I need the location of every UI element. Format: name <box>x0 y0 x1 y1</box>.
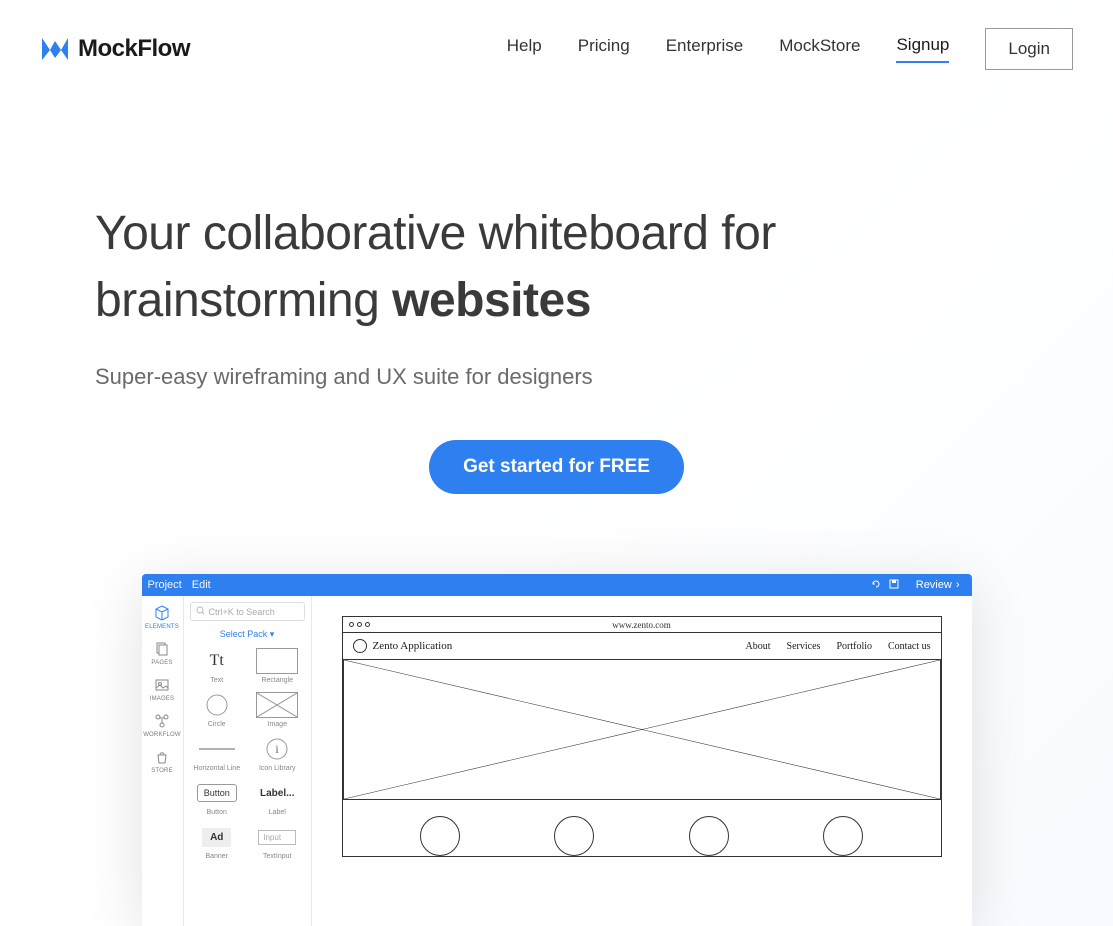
cta-wrap: Get started for FREE <box>95 440 1018 494</box>
hero-section: Your collaborative whiteboard for brains… <box>0 70 1113 494</box>
browser-url: www.zento.com <box>612 620 670 630</box>
rail-store[interactable]: STORE <box>151 748 173 774</box>
pages-icon <box>153 640 171 658</box>
app-body: ELEMENTS PAGES IMAGES WORKFLOW STORE <box>142 596 972 926</box>
element-textinput[interactable]: InputTextInput <box>250 822 305 862</box>
wireframe-app-title: Zento Application <box>373 640 453 652</box>
left-rail: ELEMENTS PAGES IMAGES WORKFLOW STORE <box>142 596 184 926</box>
nav-mockstore[interactable]: MockStore <box>779 36 860 62</box>
logo[interactable]: MockFlow <box>40 35 190 63</box>
cube-icon <box>153 604 171 622</box>
logo-text: MockFlow <box>78 35 190 63</box>
hero-title: Your collaborative whiteboard for brains… <box>95 200 1018 334</box>
wireframe-circle-icon <box>420 816 460 856</box>
element-hline[interactable]: Horizontal Line <box>190 734 245 774</box>
window-dot-icon <box>357 622 362 627</box>
workflow-icon <box>153 712 171 730</box>
element-banner[interactable]: AdBanner <box>190 822 245 862</box>
window-dot-icon <box>365 622 370 627</box>
svg-text:i: i <box>276 742 280 756</box>
wireframe-nav: Zento Application About Services Portfol… <box>343 633 941 660</box>
rail-elements[interactable]: ELEMENTS <box>145 604 179 630</box>
topbar-project[interactable]: Project <box>148 579 182 591</box>
rail-pages[interactable]: PAGES <box>151 640 172 666</box>
site-header: MockFlow Help Pricing Enterprise MockSto… <box>0 0 1113 70</box>
images-icon <box>153 676 171 694</box>
wireframe-circle-icon <box>689 816 729 856</box>
wireframe-circles-row <box>343 800 941 856</box>
nav-enterprise[interactable]: Enterprise <box>666 36 743 62</box>
wireframe-menu-contact[interactable]: Contact us <box>888 641 931 652</box>
search-icon <box>196 606 205 617</box>
element-image[interactable]: Image <box>250 690 305 730</box>
wireframe-canvas[interactable]: www.zento.com Zento Application About Se… <box>312 596 972 926</box>
hero-title-bold: websites <box>392 274 591 327</box>
element-button[interactable]: ButtonButton <box>190 778 245 818</box>
wireframe-menu-portfolio[interactable]: Portfolio <box>836 641 872 652</box>
element-circle[interactable]: Circle <box>190 690 245 730</box>
search-input[interactable]: Ctrl+K to Search <box>190 602 305 621</box>
topbar-review[interactable]: Review › <box>910 574 966 596</box>
nav-help[interactable]: Help <box>507 36 542 62</box>
wireframe-browser: www.zento.com Zento Application About Se… <box>342 616 942 857</box>
element-rectangle[interactable]: Rectangle <box>250 646 305 686</box>
elements-panel: Ctrl+K to Search Select Pack ▾ TtText Re… <box>184 596 312 926</box>
wireframe-circle-icon <box>823 816 863 856</box>
element-iconlib[interactable]: iIcon Library <box>250 734 305 774</box>
nav-pricing[interactable]: Pricing <box>578 36 630 62</box>
browser-chrome: www.zento.com <box>343 617 941 633</box>
wireframe-circle-icon <box>554 816 594 856</box>
mockflow-logo-icon <box>40 36 70 62</box>
wireframe-menu: About Services Portfolio Contact us <box>746 641 931 652</box>
rail-workflow[interactable]: WORKFLOW <box>143 712 181 738</box>
wireframe-hero-image <box>343 660 941 800</box>
wireframe-menu-about[interactable]: About <box>746 641 771 652</box>
topbar-undo-icon[interactable] <box>870 578 882 593</box>
hero-subtitle: Super-easy wireframing and UX suite for … <box>95 364 1018 390</box>
get-started-button[interactable]: Get started for FREE <box>429 440 684 494</box>
elements-grid: TtText Rectangle Circle Image Horizontal… <box>190 646 305 862</box>
wireframe-logo-icon <box>353 639 367 653</box>
topbar-edit[interactable]: Edit <box>192 579 211 591</box>
topbar-save-icon[interactable] <box>888 578 900 593</box>
chevron-right-icon: › <box>956 579 960 591</box>
wireframe-menu-services[interactable]: Services <box>787 641 821 652</box>
select-pack-dropdown[interactable]: Select Pack ▾ <box>190 629 305 640</box>
login-button[interactable]: Login <box>985 28 1073 70</box>
nav-signup[interactable]: Signup <box>896 35 949 63</box>
app-preview: Project Edit Review › ELEMENTS PAGES IMA… <box>142 574 972 926</box>
element-text[interactable]: TtText <box>190 646 245 686</box>
window-dot-icon <box>349 622 354 627</box>
store-icon <box>153 748 171 766</box>
app-topbar: Project Edit Review › <box>142 574 972 596</box>
element-label[interactable]: Label...Label <box>250 778 305 818</box>
top-nav: Help Pricing Enterprise MockStore Signup… <box>507 28 1073 70</box>
rail-images[interactable]: IMAGES <box>150 676 175 702</box>
